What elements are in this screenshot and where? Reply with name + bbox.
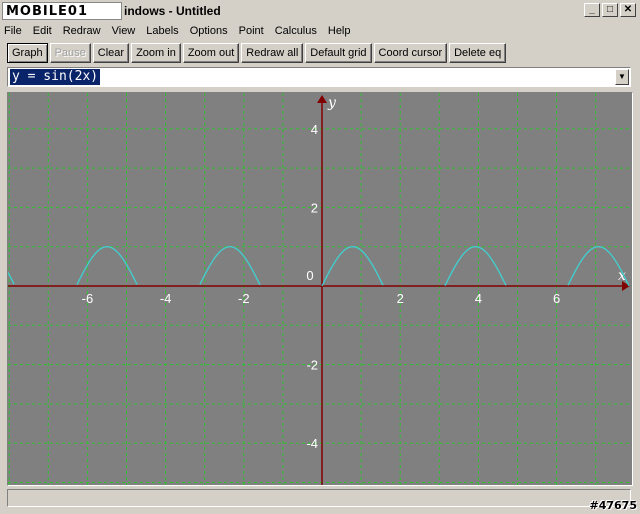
status-bar — [7, 489, 631, 507]
x-tick-label: 0 — [306, 268, 313, 283]
menu-edit[interactable]: Edit — [33, 25, 52, 37]
y-tick-label: -2 — [306, 358, 318, 373]
toolbar: Graph Pause Clear Zoom in Zoom out Redra… — [0, 41, 640, 65]
equation-combobox[interactable]: y = sin(2x) ▼ — [7, 67, 631, 87]
x-axis-label: x — [618, 268, 626, 284]
redraw-all-button[interactable]: Redraw all — [241, 43, 304, 63]
x-tick-label: -4 — [160, 291, 172, 306]
menu-view[interactable]: View — [112, 25, 136, 37]
x-tick-label: 2 — [397, 291, 404, 306]
menu-bar: File Edit Redraw View Labels Options Poi… — [0, 22, 640, 40]
maximize-button[interactable]: □ — [602, 3, 618, 17]
default-grid-button[interactable]: Default grid — [305, 43, 372, 63]
y-axis-label: y — [327, 95, 337, 111]
y-tick-label: 4 — [311, 122, 318, 137]
menu-options[interactable]: Options — [190, 25, 228, 37]
menu-redraw[interactable]: Redraw — [63, 25, 101, 37]
equation-input[interactable]: y = sin(2x) — [10, 69, 101, 85]
x-tick-label: -2 — [238, 291, 250, 306]
close-button[interactable]: ✕ — [620, 3, 636, 17]
x-tick-label: -6 — [82, 291, 94, 306]
mobile01-logo: MOBILE01 — [2, 2, 122, 20]
watermark-label: #47675 — [589, 499, 638, 512]
window-title: indows - Untitled — [124, 4, 221, 18]
graph-area[interactable]: x y -6 -4 -2 0 2 4 6 4 2 -2 -4 — [7, 92, 633, 486]
menu-calculus[interactable]: Calculus — [275, 25, 317, 37]
y-tick-label: -4 — [306, 436, 318, 451]
x-tick-label: 6 — [553, 291, 560, 306]
zoom-out-button[interactable]: Zoom out — [182, 43, 240, 63]
coord-cursor-button[interactable]: Coord cursor — [373, 43, 448, 63]
menu-help[interactable]: Help — [328, 25, 351, 37]
triangle-down-icon[interactable]: ▼ — [615, 69, 629, 85]
menu-labels[interactable]: Labels — [146, 25, 178, 37]
graph-canvas[interactable]: x y -6 -4 -2 0 2 4 6 4 2 -2 -4 — [8, 93, 632, 485]
minimize-button[interactable]: _ — [584, 3, 600, 17]
zoom-in-button[interactable]: Zoom in — [131, 43, 181, 63]
x-tick-label: 4 — [475, 291, 482, 306]
y-tick-label: 2 — [311, 200, 318, 215]
clear-button[interactable]: Clear — [92, 43, 130, 63]
menu-file[interactable]: File — [4, 25, 22, 37]
plot-background — [8, 93, 632, 485]
title-bar: MOBILE01 indows - Untitled _ □ ✕ — [0, 0, 640, 22]
pause-button[interactable]: Pause — [49, 43, 91, 63]
menu-point[interactable]: Point — [239, 25, 264, 37]
delete-eq-button[interactable]: Delete eq — [449, 43, 507, 63]
graph-button[interactable]: Graph — [7, 43, 48, 63]
